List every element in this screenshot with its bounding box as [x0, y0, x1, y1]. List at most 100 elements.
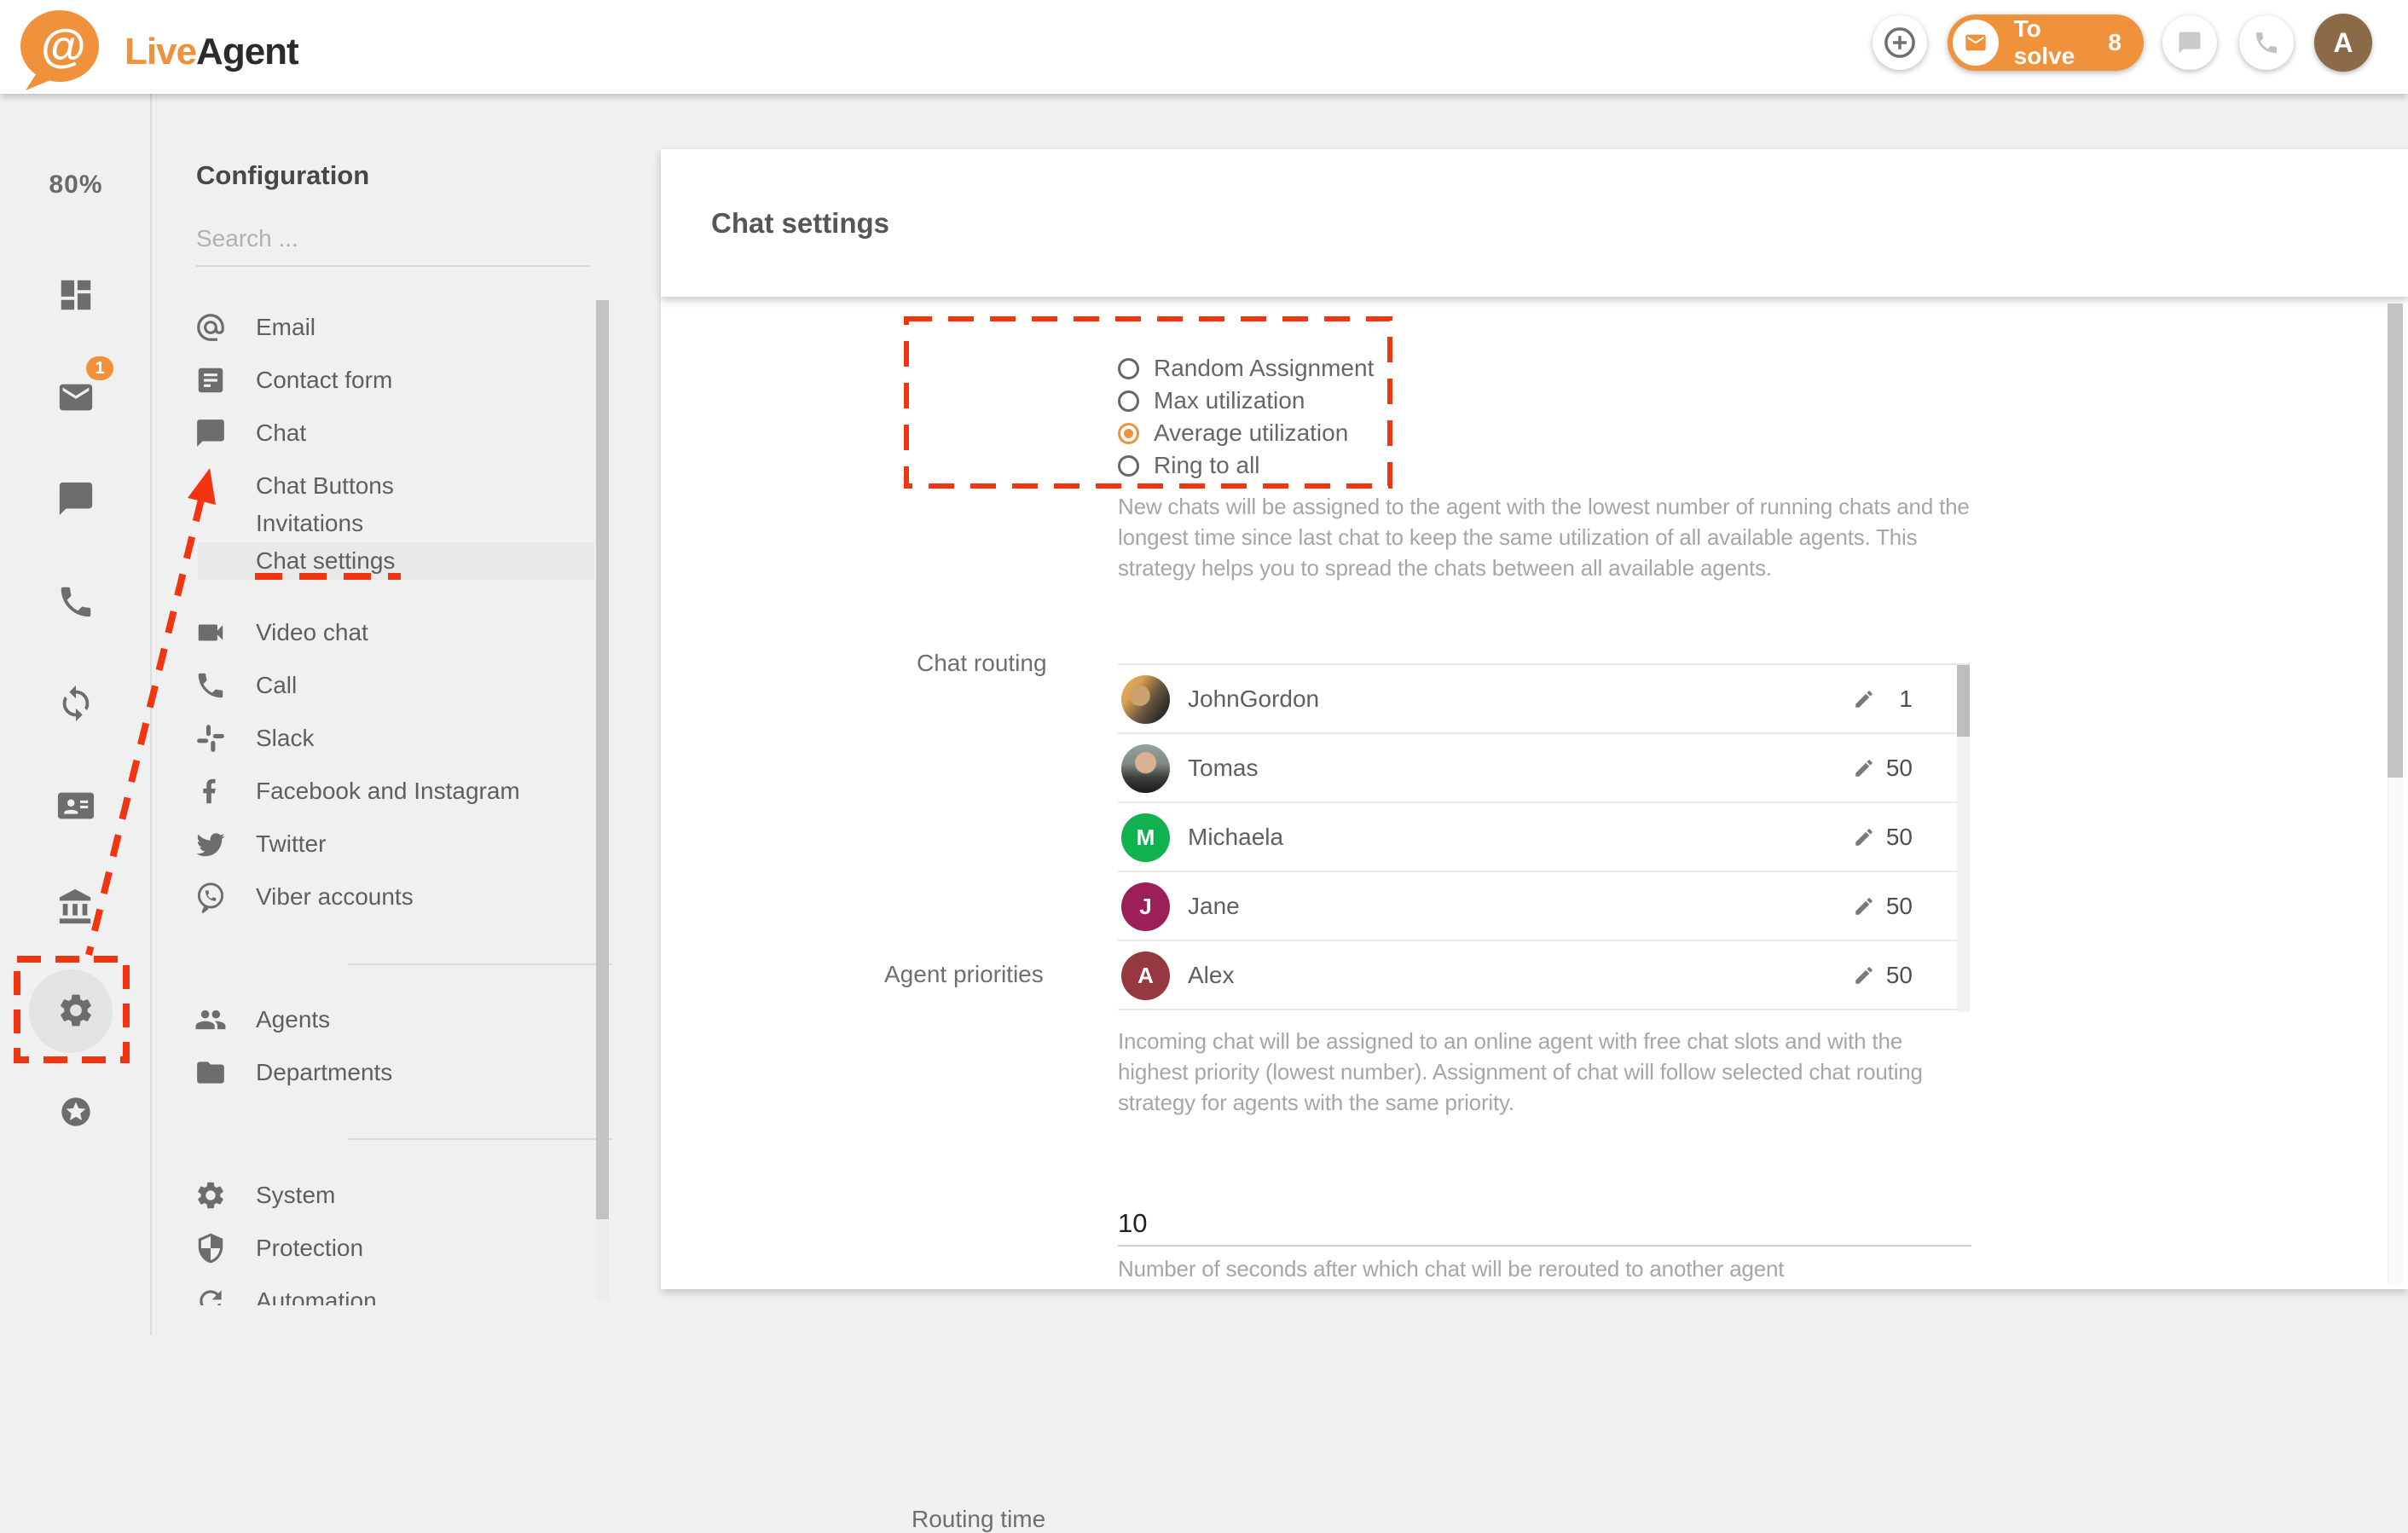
routing-time-description: Number of seconds after which chat will … [1118, 1253, 2141, 1284]
sidebar-item-tickets[interactable] [0, 372, 152, 423]
phone-icon [56, 582, 96, 622]
routing-time-input[interactable] [1118, 1202, 1971, 1247]
folder-icon [192, 1054, 229, 1091]
menu-item-chat-buttons[interactable]: Chat Buttons [152, 467, 612, 505]
sidebar-item-getting-started[interactable] [0, 1086, 152, 1137]
slack-icon [192, 720, 229, 757]
menu-item-chat[interactable]: Chat [152, 407, 612, 460]
star-icon [59, 1095, 93, 1129]
agent-priority-value[interactable]: 50 [1868, 962, 1913, 989]
sidebar-item-chats[interactable] [0, 473, 152, 524]
to-solve-button[interactable]: To solve 8 [1948, 14, 2144, 71]
menu-item-slack[interactable]: Slack [152, 712, 612, 765]
ticket-count-badge: 1 [86, 356, 113, 380]
avatar-initial: J [1139, 894, 1151, 920]
menu-item-video-chat[interactable]: Video chat [152, 606, 612, 659]
to-solve-count: 8 [2108, 29, 2121, 56]
menu-item-system[interactable]: System [152, 1169, 612, 1222]
logo-bubble-icon: @ [14, 7, 102, 92]
avatar-initial: A [1137, 963, 1154, 989]
radio-icon[interactable] [1118, 390, 1139, 412]
radio-icon[interactable] [1118, 455, 1139, 477]
configuration-scrollbar-thumb[interactable] [596, 300, 609, 1219]
twitter-icon [192, 825, 229, 863]
menu-item-protection[interactable]: Protection [152, 1222, 612, 1275]
radio-option-random-assignment[interactable]: Random Assignment [1118, 352, 1374, 385]
add-icon [1882, 25, 1918, 61]
agent-name: Tomas [1188, 755, 1258, 782]
avatar-initial: M [1137, 824, 1155, 851]
agent-avatar-initial: A [1121, 952, 1170, 1000]
menu-item-facebook-instagram[interactable]: Facebook and Instagram [152, 765, 612, 818]
agent-avatar-initial: M [1121, 813, 1170, 862]
contact-card-icon [56, 786, 96, 825]
routing-time-label: Routing time [912, 1506, 1045, 1533]
liveagent-logo: @ LiveAgent [14, 7, 338, 89]
people-icon [192, 1001, 229, 1038]
menu-item-departments[interactable]: Departments [152, 1046, 612, 1099]
menu-item-call[interactable]: Call [152, 659, 612, 712]
agent-avatar-photo [1121, 675, 1170, 724]
dashboard-icon [56, 275, 96, 315]
menu-divider [348, 963, 612, 965]
calls-button[interactable] [2239, 15, 2294, 70]
agent-priority-value[interactable]: 50 [1868, 755, 1913, 782]
agent-list-scrollbar-thumb[interactable] [1957, 665, 1970, 737]
sidebar-item-contacts[interactable] [0, 780, 152, 831]
menu-item-contact-form[interactable]: Contact form [152, 354, 612, 407]
refresh-icon [192, 1282, 229, 1305]
email-at-icon [192, 309, 229, 346]
add-new-button[interactable] [1873, 15, 1927, 70]
viber-icon [192, 878, 229, 916]
chat-icon [192, 414, 229, 452]
agent-priorities-label: Agent priorities [884, 961, 1044, 988]
sidebar-item-dashboard[interactable] [0, 269, 152, 321]
radio-selected-icon[interactable] [1118, 423, 1139, 444]
document-icon [192, 362, 229, 399]
chat-icon [56, 479, 96, 518]
agent-priority-value[interactable]: 1 [1868, 686, 1913, 713]
agent-priority-value[interactable]: 50 [1868, 893, 1913, 920]
menu-item-email[interactable]: Email [152, 301, 612, 354]
sidebar-item-configuration[interactable] [0, 985, 152, 1036]
menu-item-automation[interactable]: Automation [152, 1275, 612, 1305]
sync-icon [56, 684, 96, 723]
sidebar-item-automation[interactable] [0, 678, 152, 729]
agent-avatar-initial: J [1121, 882, 1170, 931]
phone-icon [192, 667, 229, 704]
user-avatar[interactable]: A [2314, 14, 2372, 72]
main-scrollbar-thumb[interactable] [2388, 304, 2403, 778]
radio-icon[interactable] [1118, 358, 1139, 379]
radio-option-ring-to-all[interactable]: Ring to all [1118, 449, 1374, 482]
chat-routing-radio-group: Random Assignment Max utilization Averag… [1118, 352, 1374, 482]
sidebar-item-calls[interactable] [0, 576, 152, 628]
page-title: Chat settings [711, 207, 889, 240]
facebook-icon [192, 772, 229, 810]
to-solve-mail-circle [1953, 20, 1999, 66]
chat-settings-form: Chat routing Random Assignment Max utili… [661, 297, 2408, 1289]
menu-item-agents[interactable]: Agents [152, 993, 612, 1046]
agent-row: JohnGordon 1 [1118, 665, 1957, 734]
chats-button[interactable] [2162, 15, 2217, 70]
mail-icon [1964, 31, 1988, 55]
agent-priority-value[interactable]: 50 [1868, 824, 1913, 851]
menu-item-twitter[interactable]: Twitter [152, 818, 612, 871]
settings-gear-icon [56, 991, 96, 1030]
chat-routing-description: New chats will be assigned to the agent … [1118, 491, 1971, 583]
menu-item-invitations[interactable]: Invitations [152, 505, 612, 542]
videocam-icon [192, 614, 229, 651]
bank-icon [56, 888, 96, 927]
agent-name: Alex [1188, 962, 1234, 989]
gear-icon [192, 1177, 229, 1214]
agent-row: M Michaela 50 [1118, 803, 1957, 872]
menu-item-viber-accounts[interactable]: Viber accounts [152, 871, 612, 923]
sidebar-item-billing[interactable] [0, 882, 152, 933]
agent-row: J Jane 50 [1118, 872, 1957, 941]
mail-icon [56, 378, 96, 417]
radio-option-average-utilization[interactable]: Average utilization [1118, 417, 1374, 449]
agent-row: A Alex 50 [1118, 941, 1957, 1010]
chat-routing-label: Chat routing [917, 650, 1047, 677]
top-header-bar: @ LiveAgent To solve 8 A [0, 0, 2408, 94]
radio-option-max-utilization[interactable]: Max utilization [1118, 385, 1374, 417]
menu-item-chat-settings[interactable]: Chat settings [152, 542, 612, 580]
